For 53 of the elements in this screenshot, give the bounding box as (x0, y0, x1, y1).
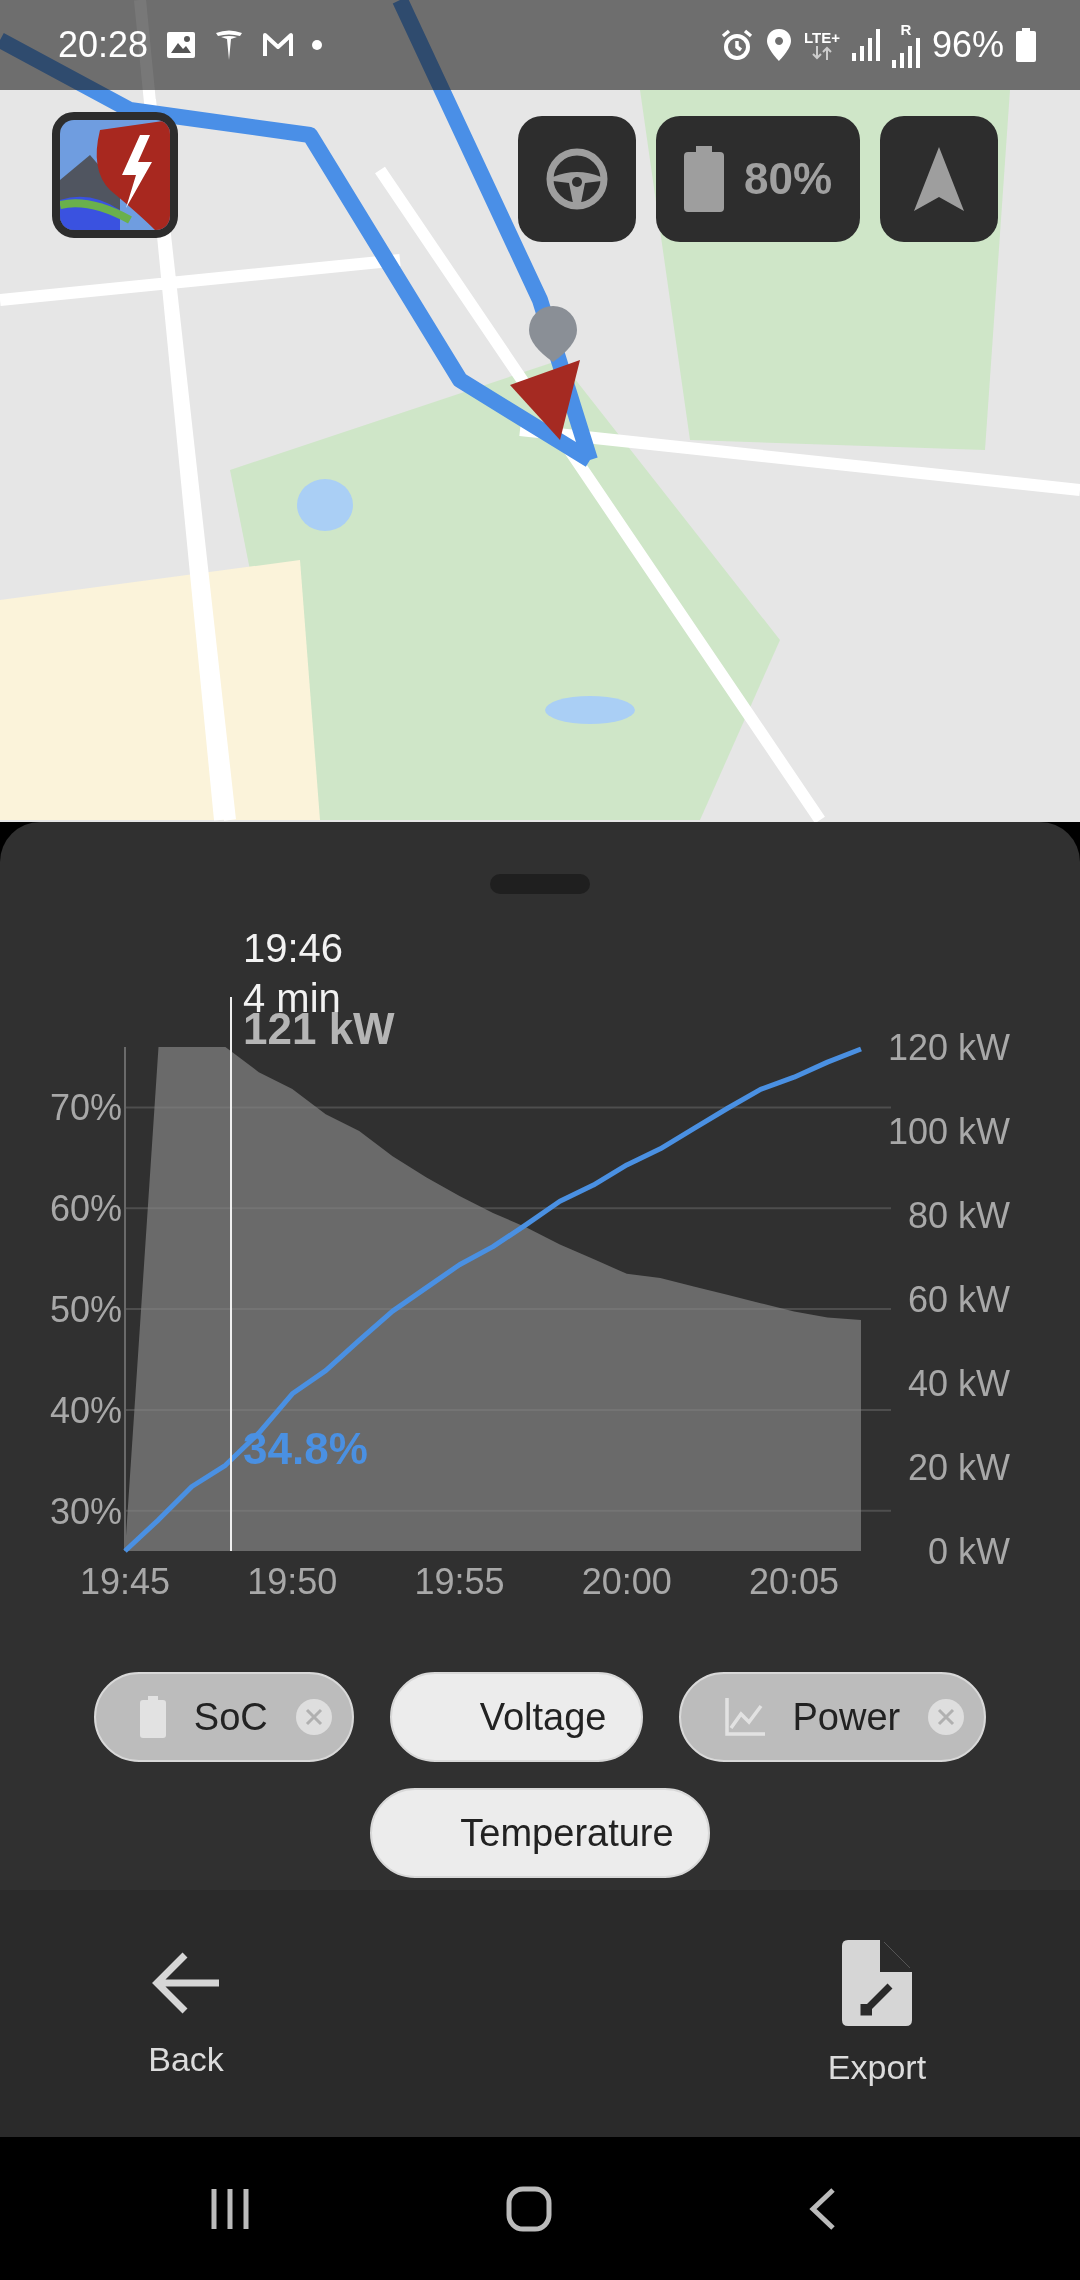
battery-button[interactable]: 80% (656, 116, 860, 242)
roaming-label: R (900, 22, 912, 38)
home-icon[interactable] (506, 2185, 552, 2232)
axis-label: 120 kW (887, 1027, 1010, 1068)
data-arrows-icon (810, 46, 833, 60)
axis-label: 50% (49, 1289, 122, 1331)
axis-label: 60% (49, 1188, 122, 1230)
battery-percent: 96% (931, 24, 1004, 66)
app-logo-icon[interactable] (52, 112, 178, 238)
axis-label: 20 kW (907, 1447, 1010, 1488)
car-position-arrow-icon (510, 360, 580, 440)
filter-chip[interactable]: Temperature (370, 1788, 710, 1878)
axis-label: 0 kW (928, 1531, 1010, 1572)
axis-label: 40 kW (907, 1363, 1010, 1404)
filter-chip[interactable]: Voltage (389, 1672, 643, 1762)
alarm-icon (719, 28, 754, 62)
network-type-label: LTE+ (803, 30, 840, 46)
line-chart-icon (724, 1698, 765, 1736)
file-export-icon (842, 1940, 912, 2026)
axis-label: 40% (49, 1389, 122, 1431)
location-pin-icon (765, 28, 792, 62)
filter-chip[interactable]: Power (678, 1672, 987, 1762)
signal-icon (851, 29, 880, 61)
notification-dot-icon (312, 40, 323, 50)
back-button[interactable]: Back (111, 1948, 261, 2079)
axis-label: 80 kW (907, 1195, 1010, 1236)
image-icon (166, 31, 197, 59)
axis-label: 20:05 (749, 1561, 840, 1602)
battery-icon (1016, 28, 1036, 62)
cursor-time: 19:46 (243, 930, 344, 970)
battery-icon (139, 1696, 166, 1738)
export-button[interactable]: Export (802, 1940, 952, 2087)
map-pin-icon[interactable] (529, 306, 577, 362)
m-shaped-icon (262, 32, 295, 58)
navigation-button[interactable] (880, 116, 998, 242)
axis-label: 19:50 (247, 1561, 338, 1602)
navigation-arrow-icon (914, 147, 964, 211)
cursor-soc-value: 34.8% (243, 1424, 368, 1473)
steering-wheel-button[interactable] (518, 116, 636, 242)
signal-icon (891, 38, 920, 68)
filter-chip[interactable]: SoC (93, 1672, 354, 1762)
status-time: 20:28 (58, 24, 149, 66)
battery-icon (683, 146, 724, 212)
axis-label: 19:55 (414, 1561, 505, 1602)
axis-label: 20:00 (581, 1561, 672, 1602)
steering-wheel-icon (545, 147, 609, 211)
axis-label: 19:45 (79, 1561, 171, 1602)
axis-label: 30% (49, 1490, 122, 1532)
recent-apps-icon[interactable] (210, 2186, 250, 2231)
axis-label: 70% (49, 1087, 122, 1129)
axis-label: 60 kW (907, 1279, 1010, 1320)
back-icon[interactable] (808, 2186, 836, 2231)
axis-label: 100 kW (887, 1111, 1010, 1152)
